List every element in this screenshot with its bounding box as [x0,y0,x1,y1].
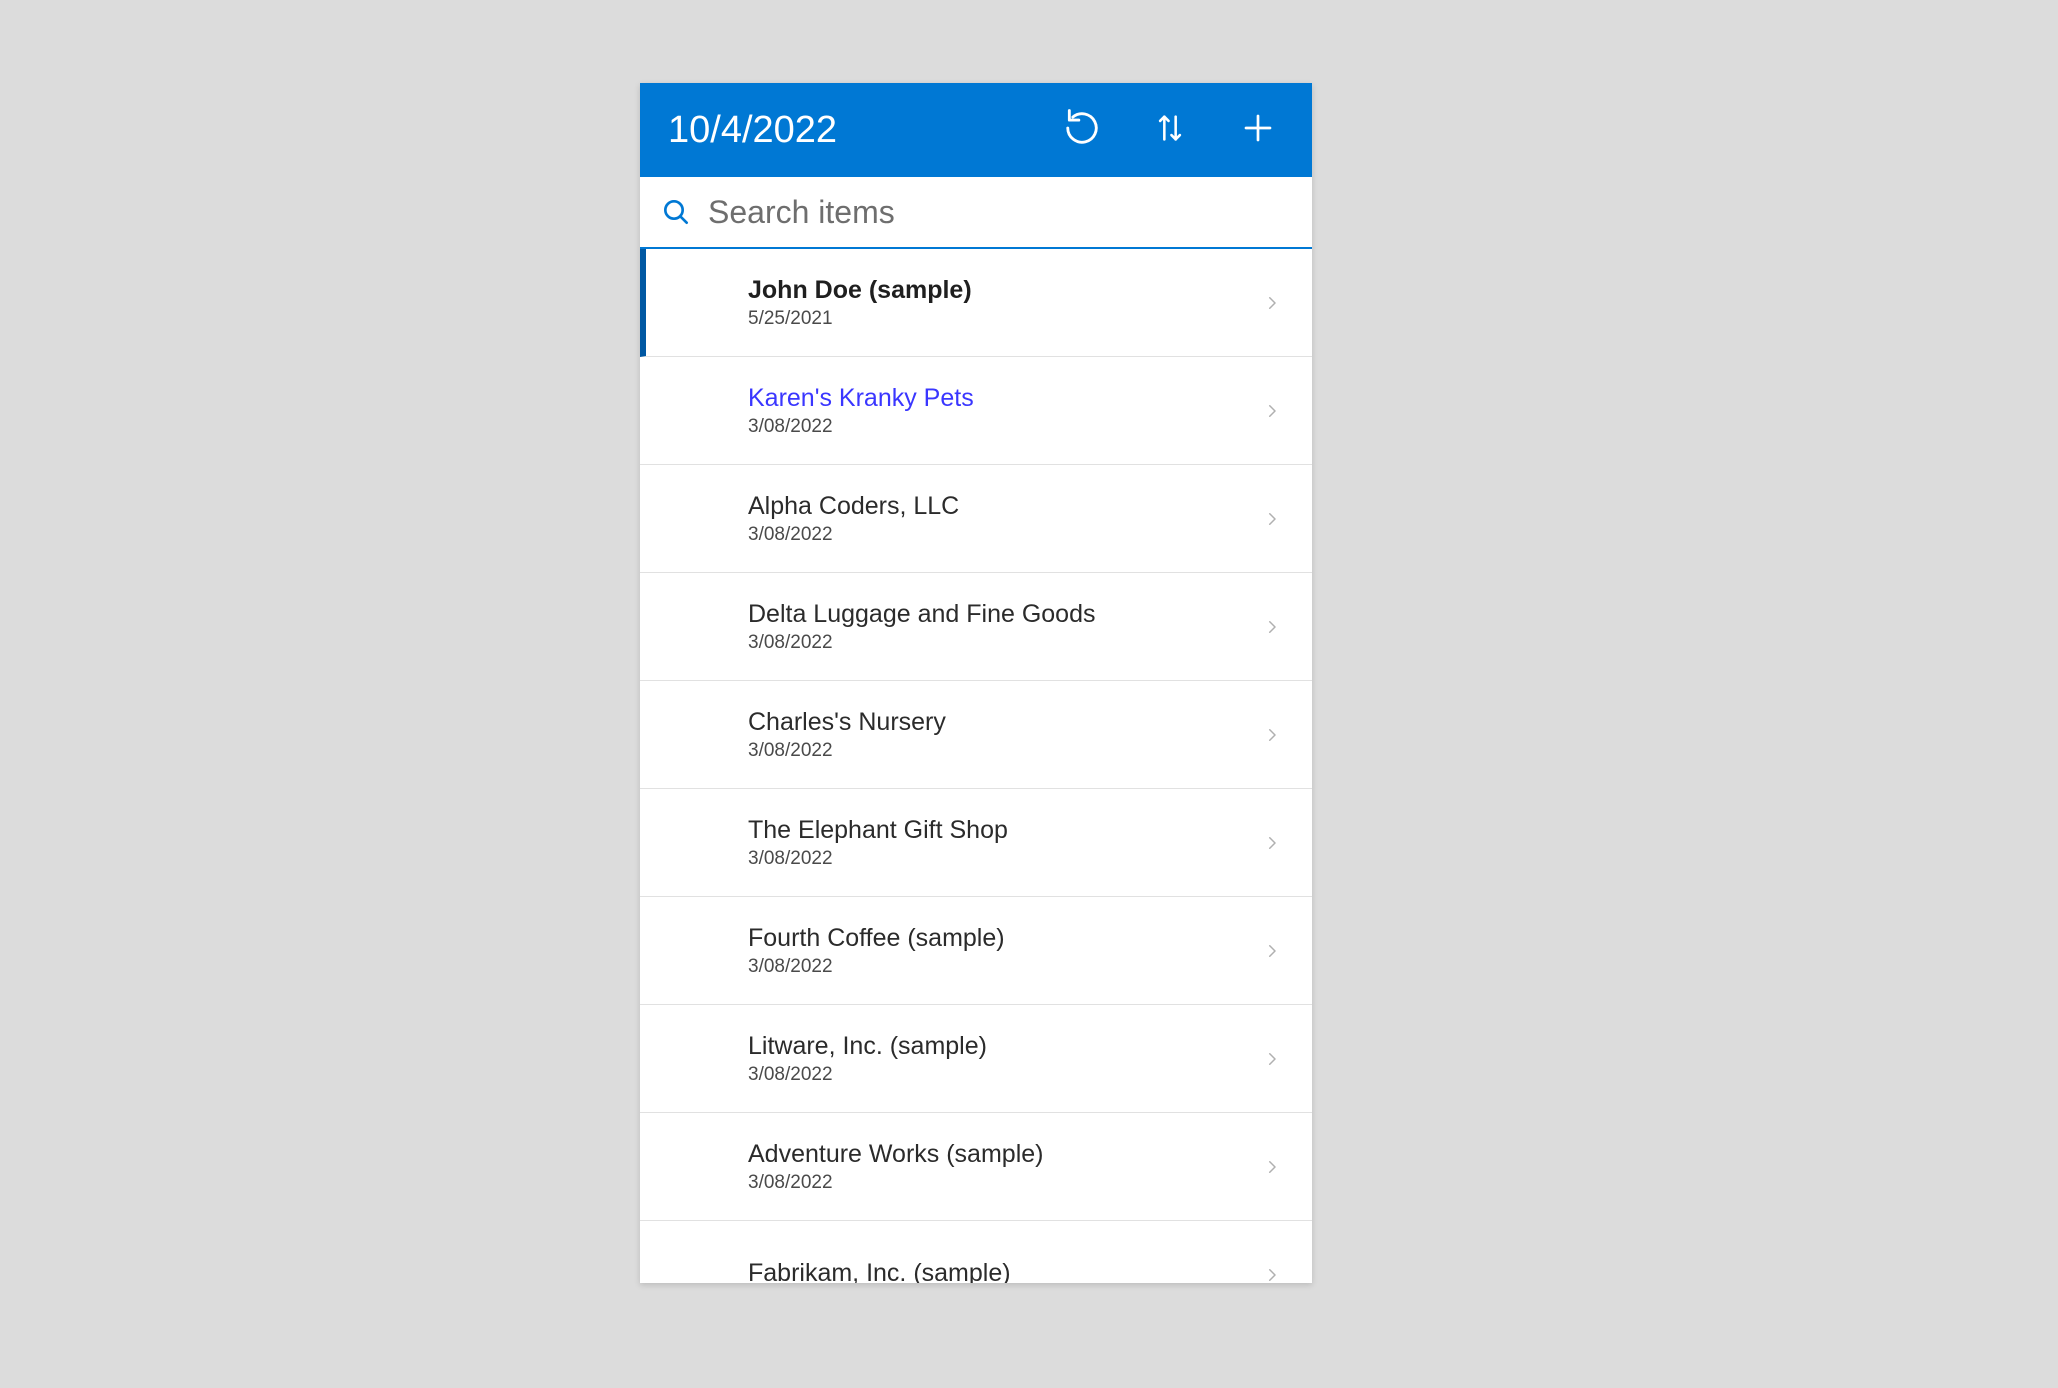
list-item[interactable]: Fabrikam, Inc. (sample) [640,1221,1312,1283]
header-bar: 10/4/2022 [640,83,1312,177]
header-title: 10/4/2022 [668,109,1060,152]
chevron-right-icon [1258,397,1286,425]
list-item-title: Litware, Inc. (sample) [748,1031,1258,1062]
list-item[interactable]: Fourth Coffee (sample)3/08/2022 [640,897,1312,1005]
list-item-content: Charles's Nursery3/08/2022 [748,707,1258,762]
list-item-date: 3/08/2022 [748,632,1258,654]
list-item-date: 3/08/2022 [748,524,1258,546]
list-item-content: Alpha Coders, LLC3/08/2022 [748,491,1258,546]
list-item-date: 3/08/2022 [748,740,1258,762]
chevron-right-icon [1258,721,1286,749]
list-item-content: The Elephant Gift Shop3/08/2022 [748,815,1258,870]
list-item-title: Adventure Works (sample) [748,1139,1258,1170]
list-item-content: Adventure Works (sample)3/08/2022 [748,1139,1258,1194]
list-item-title: Alpha Coders, LLC [748,491,1258,522]
list-item-title: Fabrikam, Inc. (sample) [748,1258,1258,1283]
sort-button[interactable] [1148,108,1192,152]
list-item-content: Litware, Inc. (sample)3/08/2022 [748,1031,1258,1086]
list-item-date: 5/25/2021 [748,308,1258,330]
chevron-right-icon [1258,829,1286,857]
list-item[interactable]: Adventure Works (sample)3/08/2022 [640,1113,1312,1221]
refresh-icon [1063,109,1101,152]
chevron-right-icon [1258,289,1286,317]
list-item-title: Fourth Coffee (sample) [748,923,1258,954]
plus-icon [1240,110,1276,151]
list-item-date: 3/08/2022 [748,1064,1258,1086]
list-item[interactable]: Charles's Nursery3/08/2022 [640,681,1312,789]
header-actions [1060,108,1288,152]
list-item-title: The Elephant Gift Shop [748,815,1258,846]
refresh-button[interactable] [1060,108,1104,152]
list-item[interactable]: Alpha Coders, LLC3/08/2022 [640,465,1312,573]
list-item-title[interactable]: Karen's Kranky Pets [748,383,1258,414]
list-item-content: John Doe (sample)5/25/2021 [748,275,1258,330]
list-item-date: 3/08/2022 [748,956,1258,978]
list-item-title: John Doe (sample) [748,275,1258,306]
search-bar[interactable] [640,177,1312,249]
list-item[interactable]: John Doe (sample)5/25/2021 [640,249,1312,357]
list-item-title: Delta Luggage and Fine Goods [748,599,1258,630]
stage: 10/4/2022 [0,0,2058,1388]
chevron-right-icon [1258,1261,1286,1284]
sort-icon [1153,111,1187,150]
list-item-content: Fourth Coffee (sample)3/08/2022 [748,923,1258,978]
list-item[interactable]: Delta Luggage and Fine Goods3/08/2022 [640,573,1312,681]
list-item-content: Karen's Kranky Pets3/08/2022 [748,383,1258,438]
chevron-right-icon [1258,937,1286,965]
list-item-date: 3/08/2022 [748,416,1258,438]
chevron-right-icon [1258,1153,1286,1181]
list-item-date: 3/08/2022 [748,1172,1258,1194]
list-item[interactable]: Karen's Kranky Pets3/08/2022 [640,357,1312,465]
chevron-right-icon [1258,505,1286,533]
list-item-content: Delta Luggage and Fine Goods3/08/2022 [748,599,1258,654]
list-item[interactable]: The Elephant Gift Shop3/08/2022 [640,789,1312,897]
list-item-title: Charles's Nursery [748,707,1258,738]
item-list[interactable]: John Doe (sample)5/25/2021 Karen's Kranky… [640,249,1312,1283]
chevron-right-icon [1258,613,1286,641]
app-frame: 10/4/2022 [640,83,1312,1283]
list-item-content: Fabrikam, Inc. (sample) [748,1258,1258,1283]
list-item[interactable]: Litware, Inc. (sample)3/08/2022 [640,1005,1312,1113]
add-button[interactable] [1236,108,1280,152]
chevron-right-icon [1258,1045,1286,1073]
list-item-date: 3/08/2022 [748,848,1258,870]
search-input[interactable] [708,194,1294,231]
search-icon [658,194,694,230]
